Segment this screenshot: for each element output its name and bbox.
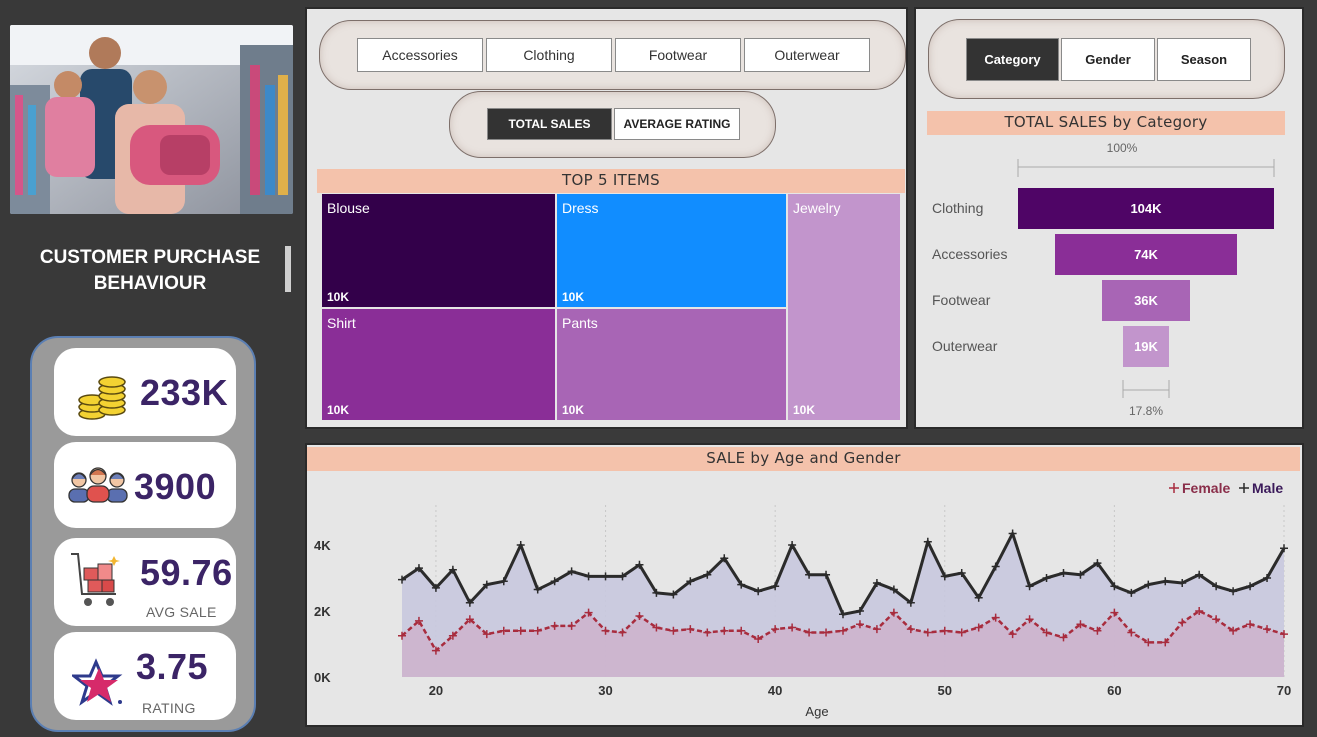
treemap-tile-blouse[interactable]: Blouse 10K	[322, 194, 555, 307]
category-slicer-accessories[interactable]: Accessories	[357, 38, 483, 72]
customers-icon	[68, 464, 128, 508]
legend-marker-female	[1169, 483, 1179, 493]
title-line-2: BEHAVIOUR	[93, 273, 207, 294]
y-tick-label: 2K	[314, 604, 331, 619]
title-accent-bar	[285, 246, 291, 292]
y-tick-label: 4K	[314, 538, 331, 553]
legend-label-male: Male	[1252, 480, 1283, 496]
kpi-value-total-sales: 233K	[140, 372, 229, 413]
age-gender-area-chart: Female Male 20 30 40 50 60 70 0K 2K 4K Age	[314, 480, 1291, 719]
category-slicer-footwear[interactable]: Footwear	[615, 38, 741, 72]
kpi-card-total-sales: 233K	[54, 348, 236, 436]
legend-marker-male	[1239, 483, 1249, 493]
hero-image	[10, 25, 293, 214]
funnel-label-clothing: Clothing	[932, 200, 984, 216]
tile-label: Shirt	[327, 315, 356, 331]
tile-value: 10K	[562, 403, 585, 417]
x-tick-label: 70	[1277, 683, 1291, 698]
kpi-panel: 233K 3900 59.76 AVG SALE 3.75 RATING	[30, 336, 256, 732]
tile-label: Jewelry	[793, 200, 841, 216]
x-axis-label: Age	[805, 704, 828, 719]
tile-value: 10K	[793, 403, 816, 417]
kpi-value-rating: 3.75	[136, 646, 209, 687]
kpi-card-avg-sale: 59.76 AVG SALE	[54, 538, 236, 626]
category-slicer-outerwear[interactable]: Outerwear	[744, 38, 870, 72]
chart-legend: Female Male	[1169, 480, 1283, 496]
funnel-panel: Category Gender Season TOTAL SALES by Ca…	[914, 7, 1304, 429]
kpi-value-avg-sale: 59.76	[140, 552, 233, 593]
category-slicer-clothing[interactable]: Clothing	[486, 38, 612, 72]
kpi-card-rating: 3.75 RATING	[54, 632, 236, 720]
dashboard-title: CUSTOMER PURCHASE BEHAVIOUR	[10, 245, 290, 297]
x-tick-label: 20	[429, 683, 443, 698]
x-tick-label: 40	[768, 683, 782, 698]
coins-icon	[76, 370, 128, 426]
treemap-tile-pants[interactable]: Pants 10K	[557, 309, 786, 420]
top-items-panel: Accessories Clothing Footwear Outerwear …	[305, 7, 908, 429]
tile-value: 10K	[327, 403, 350, 417]
treemap-tile-shirt[interactable]: Shirt 10K	[322, 309, 555, 420]
treemap-title: TOP 5 ITEMS	[317, 169, 905, 193]
kpi-card-customers: 3900	[54, 442, 236, 528]
tile-label: Pants	[562, 315, 598, 331]
title-line-1: CUSTOMER PURCHASE	[39, 247, 261, 268]
measure-toggle-total-sales[interactable]: TOTAL SALES	[487, 108, 612, 140]
x-tick-label: 60	[1107, 683, 1121, 698]
funnel-label-accessories: Accessories	[932, 246, 1008, 262]
treemap-tile-jewelry[interactable]: Jewelry 10K	[788, 194, 900, 420]
tile-label: Blouse	[327, 200, 370, 216]
funnel-bar-clothing[interactable]: 104K	[1018, 188, 1274, 229]
measure-toggle-average-rating[interactable]: AVERAGE RATING	[614, 108, 740, 140]
shopping-cart-icon	[68, 550, 124, 612]
x-tick-label: 30	[598, 683, 612, 698]
funnel-bar-footwear[interactable]: 36K	[1101, 280, 1191, 321]
kpi-label-avg-sale: AVG SALE	[146, 604, 217, 620]
tile-value: 10K	[562, 290, 585, 304]
funnel-bar-accessories[interactable]: 74K	[1054, 234, 1238, 275]
funnel-bottom-percent: 17.8%	[1128, 404, 1164, 418]
funnel-label-footwear: Footwear	[932, 292, 991, 308]
y-tick-label: 0K	[314, 670, 331, 685]
legend-label-female: Female	[1182, 480, 1230, 496]
funnel-label-outerwear: Outerwear	[932, 338, 998, 354]
star-icon	[69, 658, 124, 710]
age-gender-panel: SALE by Age and Gender Female Male 20 30 40…	[305, 443, 1304, 727]
funnel-bar-outerwear[interactable]: 19K	[1122, 326, 1170, 367]
treemap-tile-dress[interactable]: Dress 10K	[557, 194, 786, 307]
tile-value: 10K	[327, 290, 350, 304]
sidebar: CUSTOMER PURCHASE BEHAVIOUR 233K 3900 59…	[0, 0, 300, 737]
x-tick-label: 50	[938, 683, 952, 698]
tile-label: Dress	[562, 200, 599, 216]
kpi-value-customers: 3900	[134, 466, 217, 507]
kpi-label-rating: RATING	[142, 700, 196, 716]
